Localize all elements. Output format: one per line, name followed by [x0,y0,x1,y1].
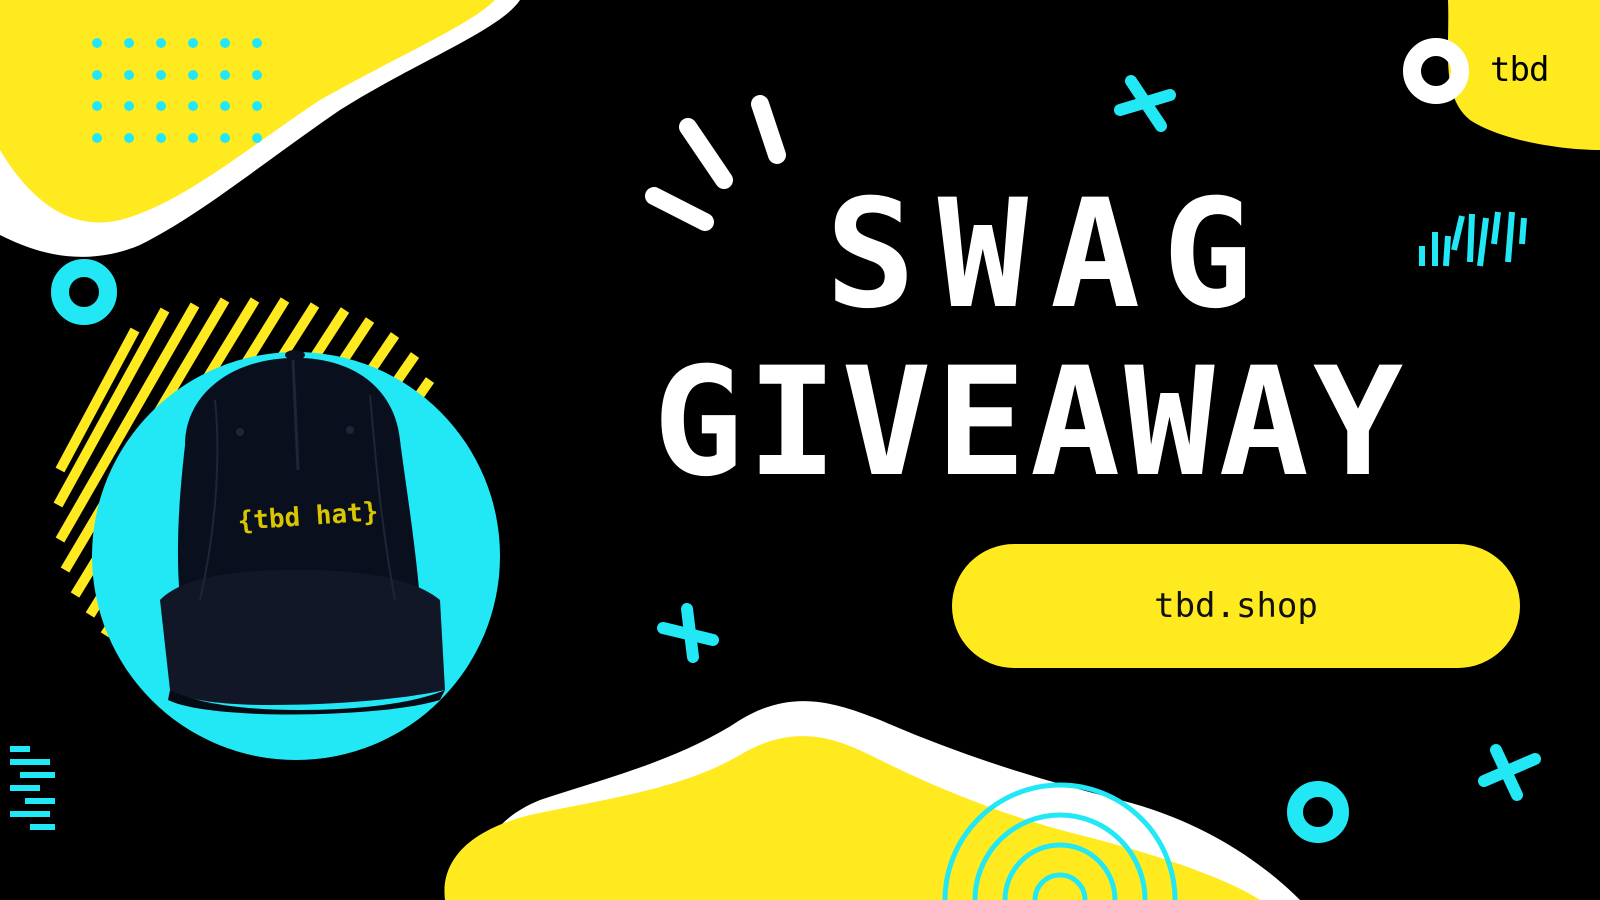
plus-icon [1114,75,1176,132]
brand-logo-text: tbd [1490,50,1549,90]
plus-icon [1478,744,1541,801]
wave-lines-icon [10,746,55,830]
circle-ring-icon [51,259,117,325]
ring-logo-icon [1403,38,1469,104]
plus-icon [657,603,719,663]
swag-banner: tbd SWAG GIVEAWAY {tbd hat} tbd.shop [0,0,1600,900]
top-left-yellow-blob [0,0,495,223]
title-line-swag: SWAG [825,168,1275,342]
circle-ring-icon [1287,781,1349,843]
shop-link-button[interactable]: tbd.shop [952,544,1520,668]
page-title: SWAG GIVEAWAY [560,180,1500,498]
title-line-giveaway: GIVEAWAY [652,336,1408,510]
